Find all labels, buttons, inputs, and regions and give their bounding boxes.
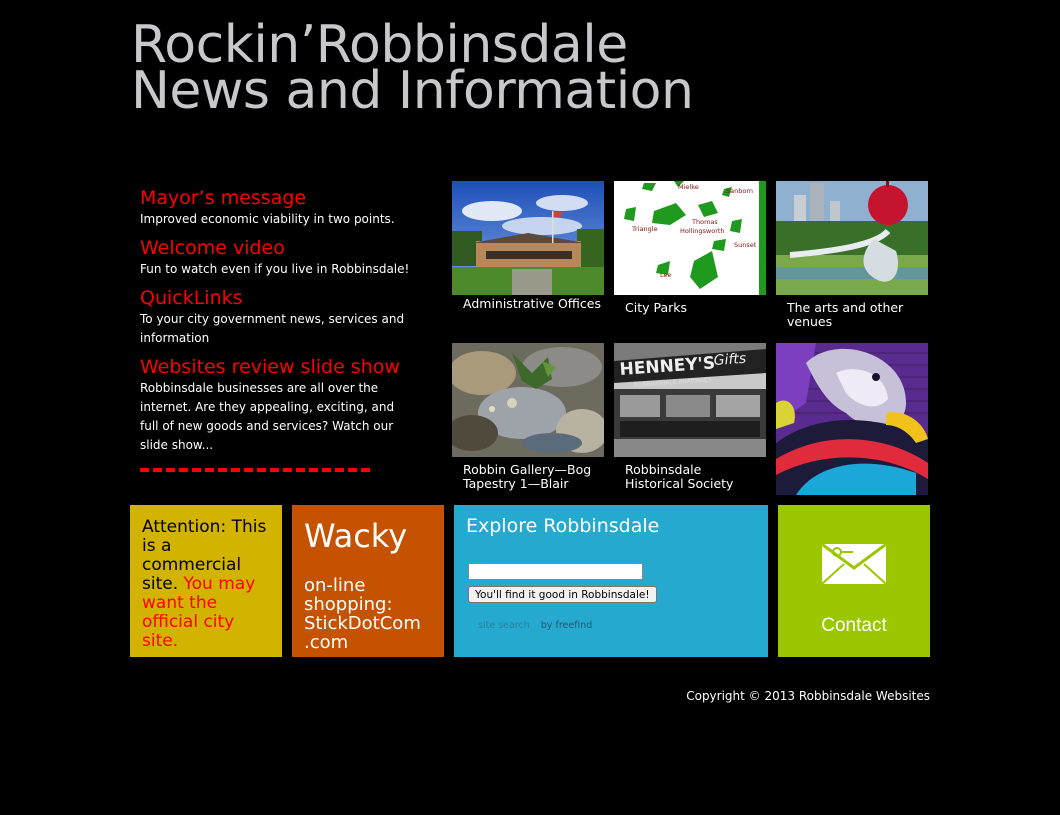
news-item-websites-review: Websites review slide show Robbinsdale b…	[140, 355, 412, 455]
wacky-title: Wacky	[304, 517, 408, 555]
envelope-icon	[820, 540, 888, 590]
tile-arts-venues[interactable]: The arts and other venues	[776, 181, 928, 333]
map-label: Hollingsworth	[680, 227, 725, 235]
news-item-clipped	[140, 462, 412, 472]
tile-robbin-gallery[interactable]: Robbin Gallery—Bog Tapestry 1—Blair	[452, 343, 604, 495]
map-label: Thomas	[691, 218, 718, 226]
map-label: Lee	[660, 271, 672, 279]
site-search-link[interactable]: site search	[478, 620, 530, 631]
news-item-quicklinks: QuickLinks To your city government news,…	[140, 286, 412, 348]
news-list: Mayor’s message Improved economic viabil…	[140, 186, 412, 482]
search-button[interactable]: You'll find it good in Robbinsdale!	[468, 586, 657, 603]
search-credits: site search by freefind	[478, 620, 592, 631]
explore-search-box: Explore Robbinsdale You'll find it good …	[454, 505, 768, 657]
news-summary: Fun to watch even if you live in Robbins…	[140, 262, 410, 276]
credit-by: by	[540, 620, 553, 631]
tile-city-parks[interactable]: Mielke Sanborn Triangle Thomas Hollingsw…	[614, 181, 766, 333]
news-link-welcome-video[interactable]: Welcome video	[140, 236, 412, 260]
wacky-shopping-text: on-line shopping: StickDotCom .com	[304, 575, 421, 653]
site-search-input[interactable]	[468, 563, 643, 580]
contact-label: Contact	[821, 615, 887, 636]
map-label: Sunset	[734, 241, 757, 249]
tile-caption: Robbin Gallery—Bog Tapestry 1—Blair	[463, 462, 592, 491]
map-label: Mielke	[678, 183, 699, 191]
attention-text: Attention: This is a commercial site. Yo…	[142, 518, 272, 651]
graffiti-mural-photo	[776, 343, 928, 495]
storefront-sign-gifts: Gifts	[713, 351, 746, 369]
news-link-quicklinks[interactable]: QuickLinks	[140, 286, 412, 310]
explore-title: Explore Robbinsdale	[466, 515, 660, 537]
attention-box[interactable]: Attention: This is a commercial site. Yo…	[130, 505, 282, 657]
tile-caption: Administrative Offices	[463, 296, 601, 311]
news-link-mayors-message[interactable]: Mayor’s message	[140, 186, 412, 210]
spoonbridge-photo	[776, 181, 928, 295]
contact-box[interactable]: Contact	[778, 505, 930, 657]
news-summary: To your city government news, services a…	[140, 312, 405, 345]
tile-caption: The arts and other venues	[787, 300, 904, 329]
map-label: Triangle	[631, 225, 658, 233]
news-summary: Improved economic viability in two point…	[140, 212, 395, 226]
wacky-shopping-box[interactable]: Wacky on-line shopping: StickDotCom .com	[292, 505, 444, 657]
tile-graffiti-mural[interactable]	[776, 343, 928, 495]
news-summary: Robbinsdale businesses are all over the …	[140, 381, 395, 452]
bog-tapestry-photo	[452, 343, 604, 457]
map-label: Sanborn	[726, 187, 753, 195]
copyright-text: Copyright © 2013 Robbinsdale Websites	[686, 689, 930, 703]
henneys-storefront-photo: HENNEY'S Gifts ROBBINSDALE PHARMACY	[614, 343, 766, 457]
site-title: Rockin’Robbinsdale News and Information	[131, 19, 694, 121]
city-parks-map: Mielke Sanborn Triangle Thomas Hollingsw…	[614, 181, 766, 295]
news-item-mayors-message: Mayor’s message Improved economic viabil…	[140, 186, 412, 229]
site-title-line-2: News and Information	[131, 61, 694, 121]
freefind-link[interactable]: freefind	[555, 620, 592, 631]
news-link-websites-review[interactable]: Websites review slide show	[140, 355, 412, 379]
tile-caption: Robbinsdale Historical Society	[625, 462, 734, 491]
tile-caption: City Parks	[625, 300, 687, 315]
tile-historical-society[interactable]: HENNEY'S Gifts ROBBINSDALE PHARMACY Robb…	[614, 343, 766, 495]
administrative-offices-photo	[452, 181, 604, 295]
news-item-welcome-video: Welcome video Fun to watch even if you l…	[140, 236, 412, 279]
tile-administrative-offices[interactable]: Administrative Offices	[452, 181, 604, 333]
news-link-clipped[interactable]	[140, 462, 412, 472]
